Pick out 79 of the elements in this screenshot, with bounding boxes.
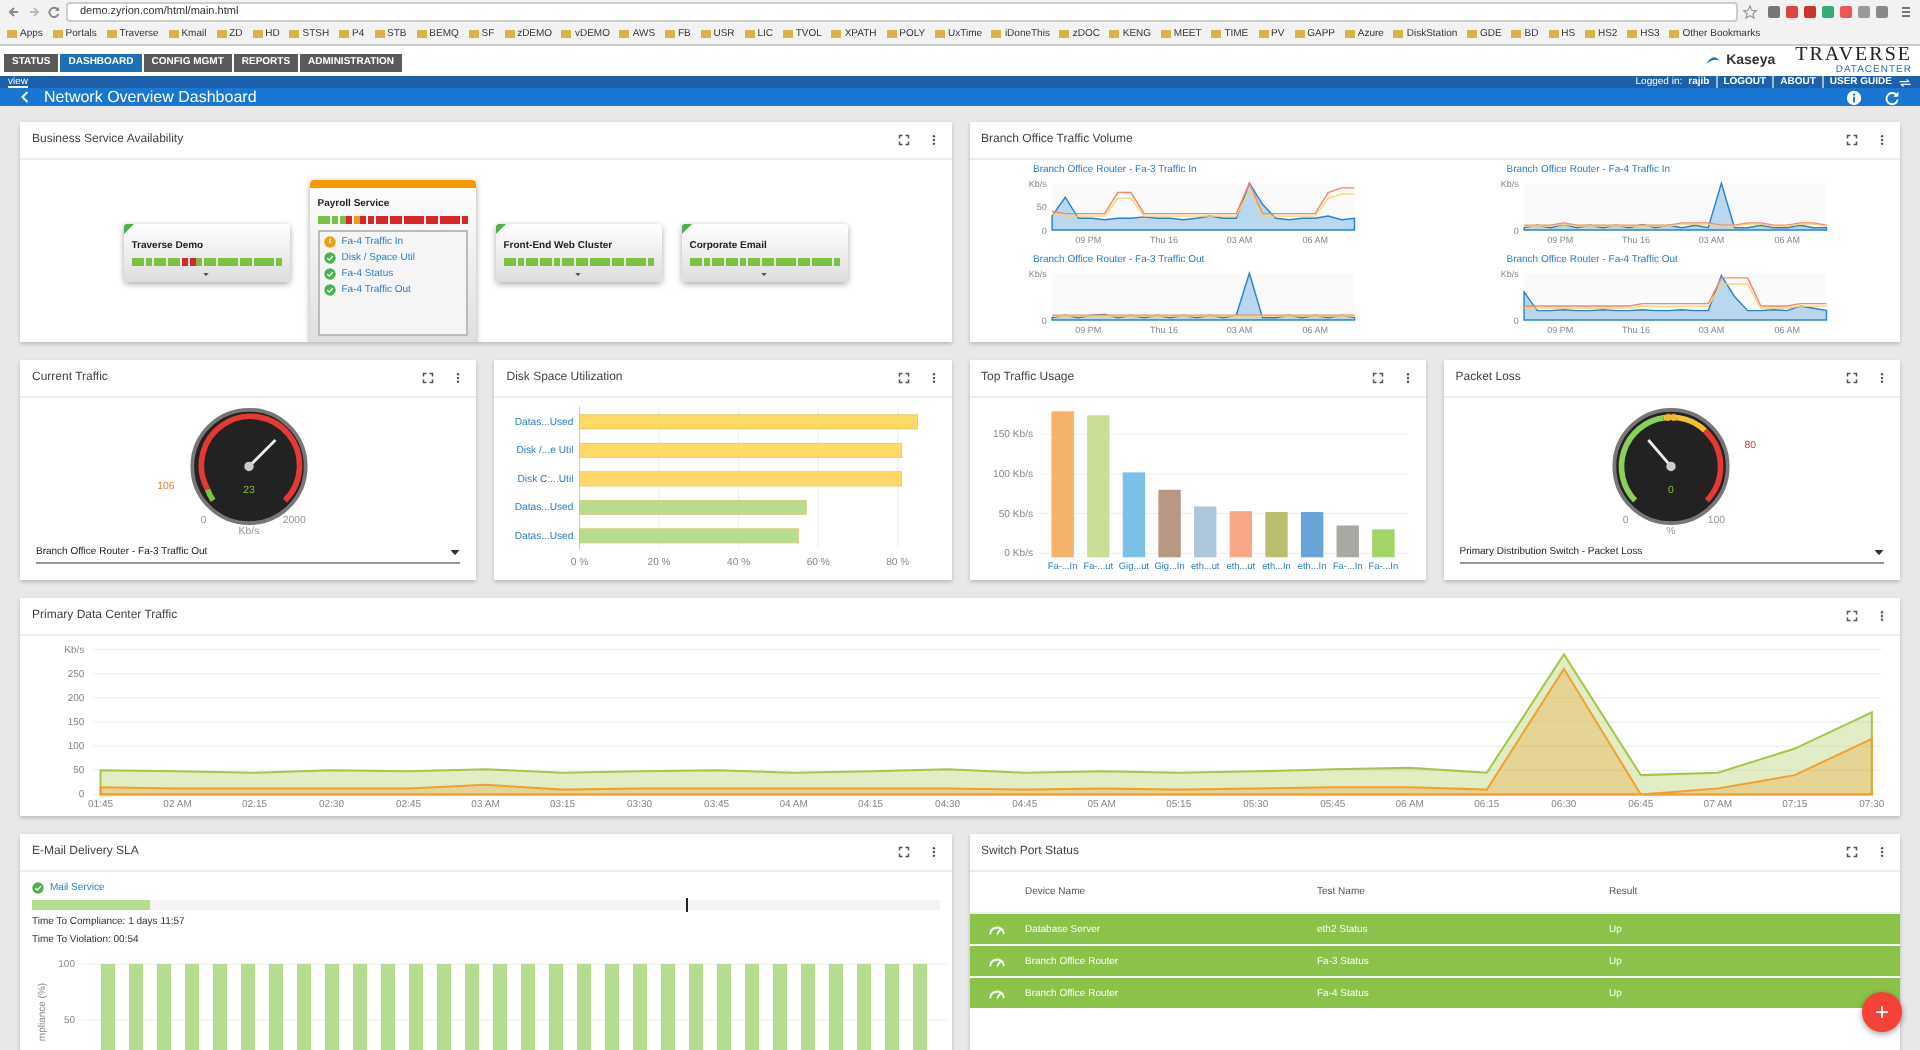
bookmark-icon: [1210, 27, 1223, 39]
bookmark-icon: [830, 27, 843, 39]
reload-icon[interactable]: [46, 3, 62, 19]
check-circle-icon: [32, 882, 44, 894]
page-title: Network Overview Dashboard: [44, 88, 259, 106]
star-icon[interactable]: [1742, 3, 1758, 19]
bookmark-icon: [699, 27, 712, 39]
speedometer-icon: [988, 955, 1006, 967]
more-icon[interactable]: [452, 372, 465, 384]
menu-icon[interactable]: [1898, 3, 1914, 19]
status-corner-icon: [123, 224, 134, 234]
violation-marker: [685, 898, 688, 912]
bookmark-icon: [618, 27, 631, 39]
speedometer-icon: [988, 987, 1006, 999]
expand-caret-icon[interactable]: [760, 271, 769, 277]
fullscreen-icon[interactable]: [897, 134, 909, 146]
bookmark-icon: [1583, 27, 1596, 39]
dropdown-caret-icon: [1874, 549, 1884, 555]
product-name: TRAVERSE: [1795, 46, 1912, 66]
gauge-dial-drawing: [189, 407, 307, 525]
more-icon[interactable]: [1876, 134, 1888, 146]
refresh-icon[interactable]: [1884, 89, 1900, 105]
bookmark-icon: [934, 27, 946, 39]
fullscreen-icon[interactable]: [897, 372, 909, 384]
fullscreen-icon[interactable]: [1846, 134, 1858, 146]
bookmark-icon: [560, 27, 573, 39]
dropdown-caret-icon: [450, 549, 461, 555]
gauge-dial-drawing: [1613, 407, 1731, 525]
bookmark-icon: [1159, 27, 1172, 39]
kaseya-logo-icon: [1704, 54, 1723, 68]
fullscreen-icon[interactable]: [422, 372, 435, 384]
bookmark-icon: [781, 27, 794, 39]
bookmark-icon: [1058, 27, 1071, 39]
bookmark-icon: [885, 27, 898, 39]
more-icon[interactable]: [927, 134, 939, 146]
fullscreen-icon[interactable]: [1371, 372, 1384, 384]
fullscreen-icon[interactable]: [1846, 610, 1858, 622]
bookmark-icon: [1510, 27, 1523, 39]
bookmark-icon: [51, 27, 64, 39]
bookmark-icon: [373, 27, 386, 39]
fullscreen-icon[interactable]: [1846, 372, 1858, 384]
more-icon[interactable]: [927, 372, 939, 384]
bookmark-icon: [1466, 27, 1479, 39]
bookmark-icon: [1108, 27, 1121, 39]
expand-caret-icon[interactable]: [202, 271, 211, 277]
status-corner-icon: [495, 224, 506, 234]
bookmark-icon: [251, 27, 264, 39]
status-corner-icon: [681, 224, 692, 234]
bookmark-icon: [1668, 27, 1681, 39]
fullscreen-icon[interactable]: [1846, 846, 1858, 858]
bookmark-icon: [105, 27, 118, 39]
bookmark-icon: [1257, 27, 1270, 39]
fullscreen-icon[interactable]: [897, 846, 909, 858]
bookmark-icon: [467, 27, 480, 39]
bookmark-icon: [415, 27, 428, 39]
speedometer-icon: [988, 923, 1006, 935]
bookmark-icon: [1293, 27, 1306, 39]
bookmark-icon: [743, 27, 756, 39]
expand-caret-icon[interactable]: [574, 271, 583, 277]
bookmark-icon: [338, 27, 351, 39]
bookmark-icon: [288, 27, 301, 39]
more-icon[interactable]: [1876, 372, 1888, 384]
bookmark-icon: [503, 27, 516, 39]
more-icon[interactable]: [1401, 372, 1414, 384]
bookmark-icon: [6, 27, 18, 39]
bookmark-icon: [167, 27, 180, 39]
bookmark-icon: [1626, 27, 1639, 39]
bookmark-icon: [1392, 27, 1405, 39]
more-icon[interactable]: [1876, 610, 1888, 622]
more-icon[interactable]: [1876, 846, 1888, 858]
more-icon[interactable]: [927, 846, 939, 858]
bookmark-icon: [663, 27, 676, 39]
bookmark-icon: [1343, 27, 1356, 39]
swap-icon[interactable]: [1898, 77, 1912, 87]
bookmark-icon: [215, 27, 228, 39]
info-icon[interactable]: [1846, 89, 1862, 105]
back-icon[interactable]: [6, 3, 22, 19]
bookmark-icon: [1547, 27, 1560, 39]
bookmark-icon: [990, 27, 1003, 39]
